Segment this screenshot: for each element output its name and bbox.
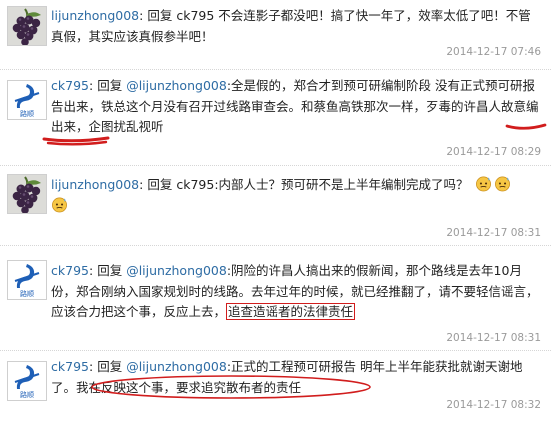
comment-timestamp: 2014-12-17 08:32 xyxy=(446,399,541,411)
comment-timestamp: 2014-12-17 08:29 xyxy=(446,146,541,158)
comment-username[interactable]: ck795 xyxy=(51,78,89,93)
comment-text: 内部人士？预可研不是上半年编制完成了吗？ xyxy=(218,177,469,192)
railway-logo-avatar[interactable]: 路顺 xyxy=(7,361,47,401)
comment-item: lijunzhong008: 回复 ck795 不会连影子都没吧！搞了快一年了，… xyxy=(0,0,551,70)
comment-body: ck795: 回复 @lijunzhong008:全是假的，郑合才到预可研编制阶… xyxy=(51,78,539,134)
circled-text: 我在反映这个事，要求追究散布者的责任 xyxy=(76,379,302,395)
comment-timestamp: 2014-12-17 07:46 xyxy=(446,46,541,58)
comment-item: 路顺 ck795: 回复 @lijunzhong008:全是假的，郑合才到预可研… xyxy=(0,70,551,166)
railway-logo-avatar[interactable]: 路顺 xyxy=(7,80,47,120)
mention-link[interactable]: @lijunzhong008 xyxy=(126,359,227,374)
comment-timestamp: 2014-12-17 08:31 xyxy=(446,227,541,239)
highlighted-text: 歹毒的许昌人 xyxy=(426,98,502,114)
comment-body: ck795: 回复 @lijunzhong008:正式的工程预可研报告 明年上半… xyxy=(51,359,523,395)
comment-body: lijunzhong008: 回复 ck795:内部人士？预可研不是上半年编制完… xyxy=(51,175,543,216)
sweat-face-emoji-icon xyxy=(475,176,491,192)
sweat-face-emoji-icon xyxy=(52,197,67,212)
reply-label: 回复 xyxy=(97,78,123,93)
mention-link[interactable]: @lijunzhong008 xyxy=(126,78,227,93)
sweat-face-emoji-icon xyxy=(494,176,510,192)
comment-item: lijunzhong008: 回复 ck795:内部人士？预可研不是上半年编制完… xyxy=(0,166,551,246)
reply-target: ck795 xyxy=(176,8,215,23)
logo-text: 路顺 xyxy=(20,390,34,399)
reply-label: 回复 xyxy=(147,8,173,23)
comment-timestamp: 2014-12-17 08:31 xyxy=(446,332,541,344)
comment-username[interactable]: lijunzhong008 xyxy=(51,8,139,23)
comment-item: 路顺 ck795: 回复 @lijunzhong008:阴险的许昌人搞出来的假新… xyxy=(0,246,551,351)
reply-label: 回复 xyxy=(97,359,123,374)
comment-username[interactable]: ck795 xyxy=(51,263,89,278)
comment-thread: lijunzhong008: 回复 ck795 不会连影子都没吧！搞了快一年了，… xyxy=(0,0,551,426)
grapes-avatar[interactable] xyxy=(7,174,47,214)
comment-username[interactable]: lijunzhong008 xyxy=(51,177,139,192)
comment-body: lijunzhong008: 回复 ck795 不会连影子都没吧！搞了快一年了，… xyxy=(51,8,531,44)
boxed-highlight-text: 追查造谣者的法律责任 xyxy=(226,303,356,320)
comment-body: ck795: 回复 @lijunzhong008:阴险的许昌人搞出来的假新闻，那… xyxy=(51,263,539,320)
reply-label: 回复 xyxy=(97,263,123,278)
reply-label: 回复 xyxy=(147,177,173,192)
comment-username[interactable]: ck795 xyxy=(51,359,89,374)
comment-item: 路顺 ck795: 回复 @lijunzhong008:正式的工程预可研报告 明… xyxy=(0,351,551,426)
mention-link[interactable]: @lijunzhong008 xyxy=(126,263,227,278)
logo-text: 路顺 xyxy=(20,289,34,298)
railway-logo-avatar[interactable]: 路顺 xyxy=(7,260,47,300)
logo-text: 路顺 xyxy=(20,109,34,118)
grapes-avatar[interactable] xyxy=(7,6,47,46)
reply-target: ck795 xyxy=(176,177,215,192)
